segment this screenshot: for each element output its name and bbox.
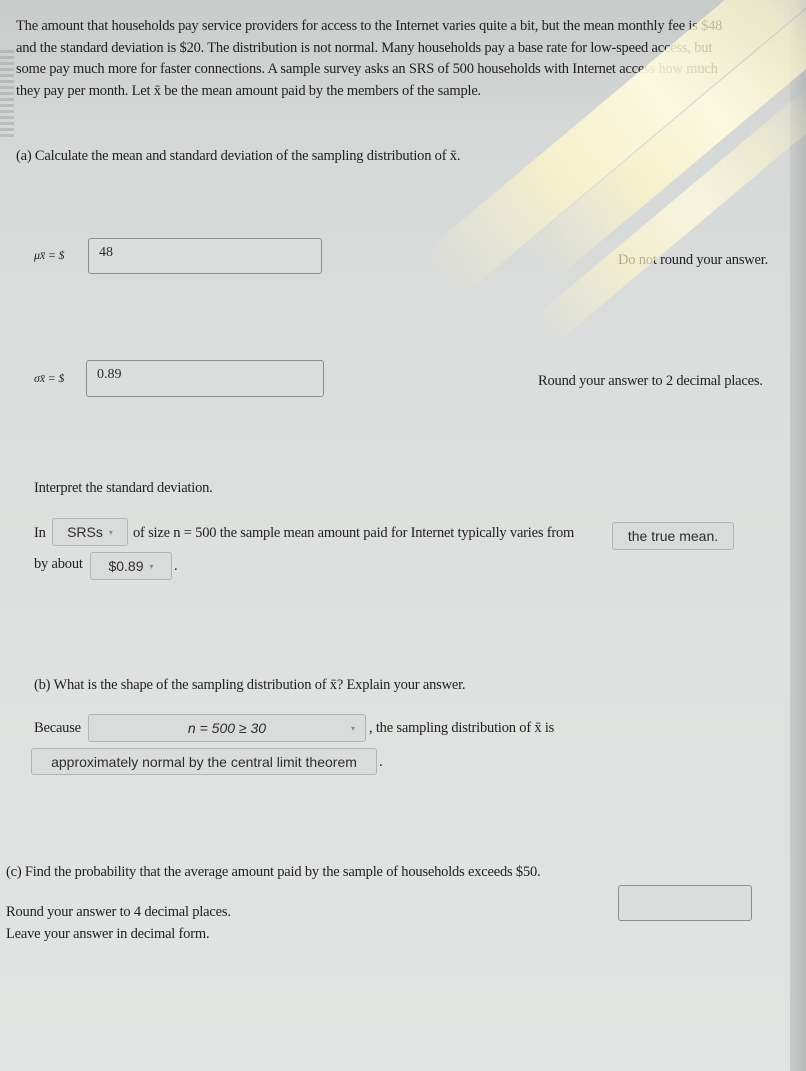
shape-value: approximately normal by the central limi… — [51, 753, 357, 770]
intro-line: The amount that households pay service p… — [16, 18, 723, 34]
mean-input-value: 48 — [99, 245, 113, 260]
intro-line: and the standard deviation is $20. The d… — [16, 39, 713, 56]
interpret-text-in: In — [34, 525, 46, 541]
interpret-heading: Interpret the standard deviation. — [34, 480, 213, 496]
shape-text-end: . — [379, 754, 383, 770]
mean-label: μx̄ = $ — [34, 248, 65, 262]
interpret-text-by: by about — [34, 556, 83, 572]
sample-type-value: SRSs — [67, 524, 103, 540]
window-edge — [790, 0, 806, 1071]
sd-hint: Round your answer to 2 decimal places. — [538, 373, 763, 389]
side-watermark — [0, 50, 14, 140]
part-c-hint-round: Round your answer to 4 decimal places. — [6, 904, 231, 920]
part-b-prompt: (b) What is the shape of the sampling di… — [34, 677, 466, 693]
amount-dropdown[interactable]: $0.89 ▾ — [90, 552, 172, 580]
shape-text-after: , the sampling distribution of x̄ is — [369, 720, 555, 736]
part-c-hint-form: Leave your answer in decimal form. — [6, 926, 210, 942]
screen-glare — [531, 88, 806, 346]
because-text: Because — [34, 720, 81, 736]
sample-type-dropdown[interactable]: SRSs ▾ — [52, 518, 128, 546]
compare-to-value: the true mean. — [627, 528, 719, 544]
problem-intro: The amount that households pay service p… — [16, 16, 806, 102]
mean-hint: Do not round your answer. — [618, 252, 769, 268]
part-a-prompt: (a) Calculate the mean and standard devi… — [16, 148, 461, 164]
chevron-down-icon: ▾ — [108, 527, 113, 537]
sd-label: σx̄ = $ — [34, 371, 65, 385]
reason-dropdown[interactable]: n = 500 ≥ 30 ▾ — [88, 714, 366, 742]
chevron-down-icon: ▾ — [149, 561, 154, 571]
interpret-text-mid: of size n = 500 the sample mean amount p… — [133, 525, 575, 541]
interpret-text-end: . — [174, 558, 178, 574]
chevron-down-icon: ▾ — [350, 723, 355, 733]
sd-input-value: 0.89 — [97, 367, 122, 382]
compare-to-dropdown[interactable]: the true mean. — [612, 522, 734, 550]
sd-input[interactable]: 0.89 — [86, 360, 324, 397]
shape-dropdown[interactable]: approximately normal by the central limi… — [31, 748, 377, 775]
amount-value: $0.89 — [108, 558, 144, 574]
mean-input[interactable]: 48 — [88, 238, 322, 274]
probability-input[interactable] — [618, 885, 752, 921]
part-c-prompt: (c) Find the probability that the averag… — [6, 864, 541, 880]
reason-value: n = 500 ≥ 30 — [187, 720, 267, 736]
intro-line: they pay per month. Let x̄ be the mean a… — [16, 82, 481, 99]
intro-line: some pay much more for faster connection… — [16, 61, 718, 77]
